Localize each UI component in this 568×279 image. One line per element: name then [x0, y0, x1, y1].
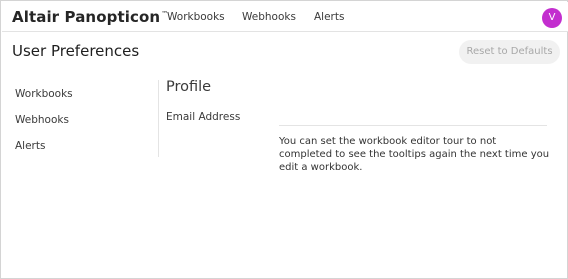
- sidebar-item-webhooks[interactable]: Webhooks: [15, 114, 69, 126]
- sidebar-item-workbooks[interactable]: Workbooks: [15, 88, 73, 100]
- brand-logo[interactable]: Altair Panopticon™: [12, 8, 168, 26]
- sidebar-item-alerts[interactable]: Alerts: [15, 140, 45, 152]
- page-title: User Preferences: [12, 42, 140, 60]
- nav-workbooks[interactable]: Workbooks: [167, 11, 225, 23]
- tour-reset-note: You can set the workbook editor tour to …: [279, 136, 550, 173]
- brand-name: Altair Panopticon: [12, 8, 161, 26]
- email-address-label: Email Address: [166, 111, 241, 123]
- nav-alerts[interactable]: Alerts: [314, 11, 344, 23]
- section-divider: [279, 125, 547, 126]
- sidebar-divider: [158, 80, 159, 157]
- profile-heading: Profile: [166, 79, 212, 95]
- reset-to-defaults-button[interactable]: Reset to Defaults: [459, 40, 560, 64]
- nav-webhooks[interactable]: Webhooks: [242, 11, 296, 23]
- top-navigation-bar: Altair Panopticon™ Workbooks Webhooks Al…: [2, 2, 568, 32]
- app-window: Altair Panopticon™ Workbooks Webhooks Al…: [0, 0, 568, 279]
- user-avatar[interactable]: V: [542, 8, 562, 28]
